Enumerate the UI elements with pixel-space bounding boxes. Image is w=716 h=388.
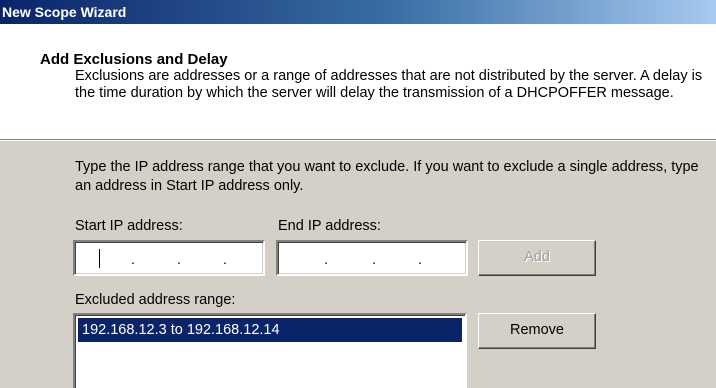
- header-divider-highlight: [0, 140, 716, 141]
- ip-octet-separator: .: [372, 251, 376, 267]
- window-title: New Scope Wizard: [2, 4, 127, 20]
- ip-octet-separator: .: [418, 251, 422, 267]
- add-button[interactable]: Add: [478, 240, 596, 276]
- start-ip-input[interactable]: . . .: [73, 240, 265, 276]
- window-titlebar[interactable]: New Scope Wizard: [0, 0, 716, 24]
- new-scope-wizard-window: New Scope Wizard Add Exclusions and Dela…: [0, 0, 716, 388]
- excluded-range-list[interactable]: 192.168.12.3 to 192.168.12.14: [73, 313, 467, 388]
- page-description: Exclusions are addresses or a range of a…: [75, 68, 703, 101]
- page-title: Add Exclusions and Delay: [40, 51, 228, 68]
- ip-octet-separator: .: [324, 251, 328, 267]
- remove-button[interactable]: Remove: [478, 313, 596, 349]
- list-item[interactable]: 192.168.12.3 to 192.168.12.14: [78, 318, 462, 342]
- excluded-range-label: Excluded address range:: [75, 292, 236, 308]
- end-ip-input[interactable]: . . .: [276, 240, 468, 276]
- instructions-text: Type the IP address range that you want …: [75, 159, 699, 194]
- ip-octet-separator: .: [131, 251, 135, 267]
- start-ip-label: Start IP address:: [75, 218, 183, 234]
- ip-octet-separator: .: [223, 251, 227, 267]
- end-ip-label: End IP address:: [278, 218, 381, 234]
- text-caret: [99, 249, 100, 268]
- ip-octet-separator: .: [177, 251, 181, 267]
- wizard-header: Add Exclusions and Delay Exclusions are …: [0, 24, 716, 139]
